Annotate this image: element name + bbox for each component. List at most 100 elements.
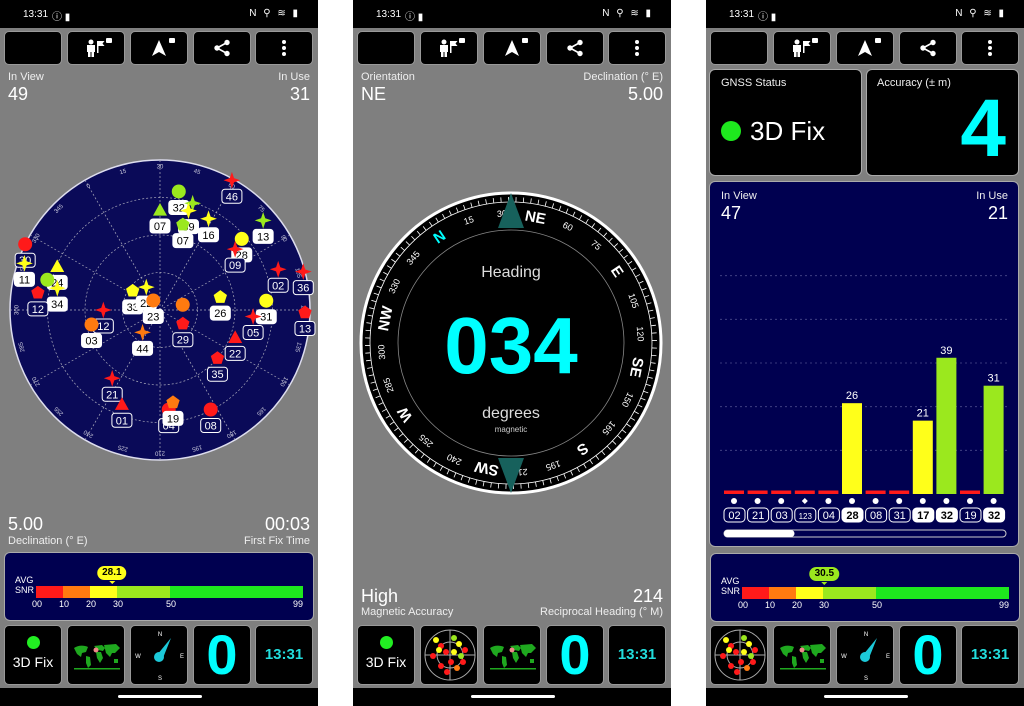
chart-scrollbar-thumb[interactable] [724,530,795,537]
satellite-marker[interactable] [175,297,190,312]
first-fix-time-label: First Fix Time [244,535,310,547]
tile-clock[interactable]: 13:31 [608,625,666,685]
tile-speed[interactable]: 0 [193,625,251,685]
tile-map[interactable] [483,625,541,685]
navigation-bar [706,688,1024,706]
night-mode-button[interactable] [357,31,415,65]
svg-text:W: W [135,654,141,660]
night-mode-button[interactable] [4,31,62,65]
status-right-icons: N ⚲ ≋ ▮ [249,8,300,19]
snr-bar-category: 123 [799,512,813,521]
first-fix-time-value: 00:03 [264,514,310,534]
speed-value: 0 [206,625,238,685]
snr-bar-category: 02 [728,510,740,522]
avg-snr-badge: 30.5 [809,567,840,585]
gnss-status-label: GNSS Status [721,77,787,89]
more-options-button[interactable] [608,31,666,65]
orientation-label: Orientation [361,71,415,83]
satellite-circle-icon [18,237,33,252]
gnss-status-card: GNSS Status 3D Fix [709,69,862,176]
tile-fix[interactable]: 3D Fix [4,625,62,685]
navigation-arrow-icon [858,40,872,56]
snr-bar [818,490,839,494]
in-view-label: In View [8,71,44,83]
tile-compass[interactable]: N S W E [130,625,188,685]
tile-map[interactable] [773,625,831,685]
clock-value: 13:31 [264,646,304,663]
tile-map[interactable] [67,625,125,685]
compass-dial: N1530 NE 6075E105120SE150165S195210SW24025… [359,191,663,495]
tile-clock[interactable]: 13:31 [961,625,1019,685]
snr-bar-category: 04 [823,510,835,522]
satellite-circle-icon [84,317,99,332]
more-options-button[interactable] [255,31,313,65]
home-indicator[interactable] [824,695,908,698]
share-button[interactable] [546,31,604,65]
mock-location-button[interactable] [420,31,478,65]
person-flag-icon [87,39,105,57]
satellite-id: 19 [167,413,179,425]
in-view-value: 49 [8,84,29,104]
sky-plot[interactable]: 0153045607590105120135150165180195210225… [0,150,318,470]
snr-segment-yellow [796,587,823,599]
lock-icon [522,38,528,43]
svg-text:N: N [864,632,868,638]
skyplot-mini-icon [714,629,766,681]
satellite-dot-icon [896,498,903,504]
snr-bar-value: 26 [846,390,858,402]
satellite-circle-icon [203,402,218,417]
snr-segment-green [170,586,303,598]
snr-bar [842,403,862,494]
satellite-marker[interactable] [40,272,55,287]
more-vert-icon [988,40,992,56]
status-left-icons: ⓘ ▮ [758,12,777,23]
satellite-circle-icon [259,293,274,308]
navigate-button[interactable] [483,31,541,65]
lock-icon [459,38,465,43]
tile-skyplot[interactable] [710,625,768,685]
satellite-id: 12 [32,304,44,316]
moon-icon [28,40,36,56]
night-mode-button[interactable] [710,31,768,65]
azimuth-label: 210 [154,449,165,455]
snr-bar-category: 28 [846,510,858,522]
navigate-button[interactable] [130,31,188,65]
satellite-id: 12 [97,321,109,333]
tile-compass[interactable]: N S W E [836,625,894,685]
heading-value: 034 [444,301,578,390]
magnetic-accuracy-value: High [361,586,399,606]
satellite-id: 03 [85,336,97,348]
snr-bar-category: 21 [752,510,764,522]
share-button[interactable] [899,31,957,65]
navigation-bar [353,688,671,706]
tile-skyplot[interactable] [420,625,478,685]
fix-status-tile[interactable]: 3D Fix [358,636,414,672]
snr-bar-category: 17 [917,510,929,522]
snr-scale-bar [742,587,1009,599]
clock-value: 13:31 [970,646,1010,663]
home-indicator[interactable] [471,695,555,698]
moon-icon [381,40,389,56]
tile-speed[interactable]: 0 [899,625,957,685]
home-indicator[interactable] [118,695,202,698]
satellite-id: 26 [214,308,226,320]
mock-location-button[interactable] [773,31,831,65]
share-icon [920,39,936,57]
fix-status-tile[interactable]: 3D Fix [5,636,61,672]
tile-fix[interactable]: 3D Fix [357,625,415,685]
status-bar: 13:31 ⓘ ▮ N ⚲ ≋ ▮ [0,0,318,28]
lock-icon [169,38,175,43]
navigate-button[interactable] [836,31,894,65]
snr-tick: 30 [819,600,830,610]
satellite-id: 13 [257,231,269,243]
satellite-id: 21 [106,389,118,401]
more-options-button[interactable] [961,31,1019,65]
satellite-id: 23 [147,311,159,323]
mock-location-button[interactable] [67,31,125,65]
more-vert-icon [282,40,286,56]
snr-bar-chart: 02 21 03 123 04 26 28 08 31 21 17 39 32 19 31 32 [720,275,1010,538]
share-button[interactable] [193,31,251,65]
accuracy-card: Accuracy (± m) 4 [866,69,1019,176]
tile-speed[interactable]: 0 [546,625,604,685]
tile-clock[interactable]: 13:31 [255,625,313,685]
